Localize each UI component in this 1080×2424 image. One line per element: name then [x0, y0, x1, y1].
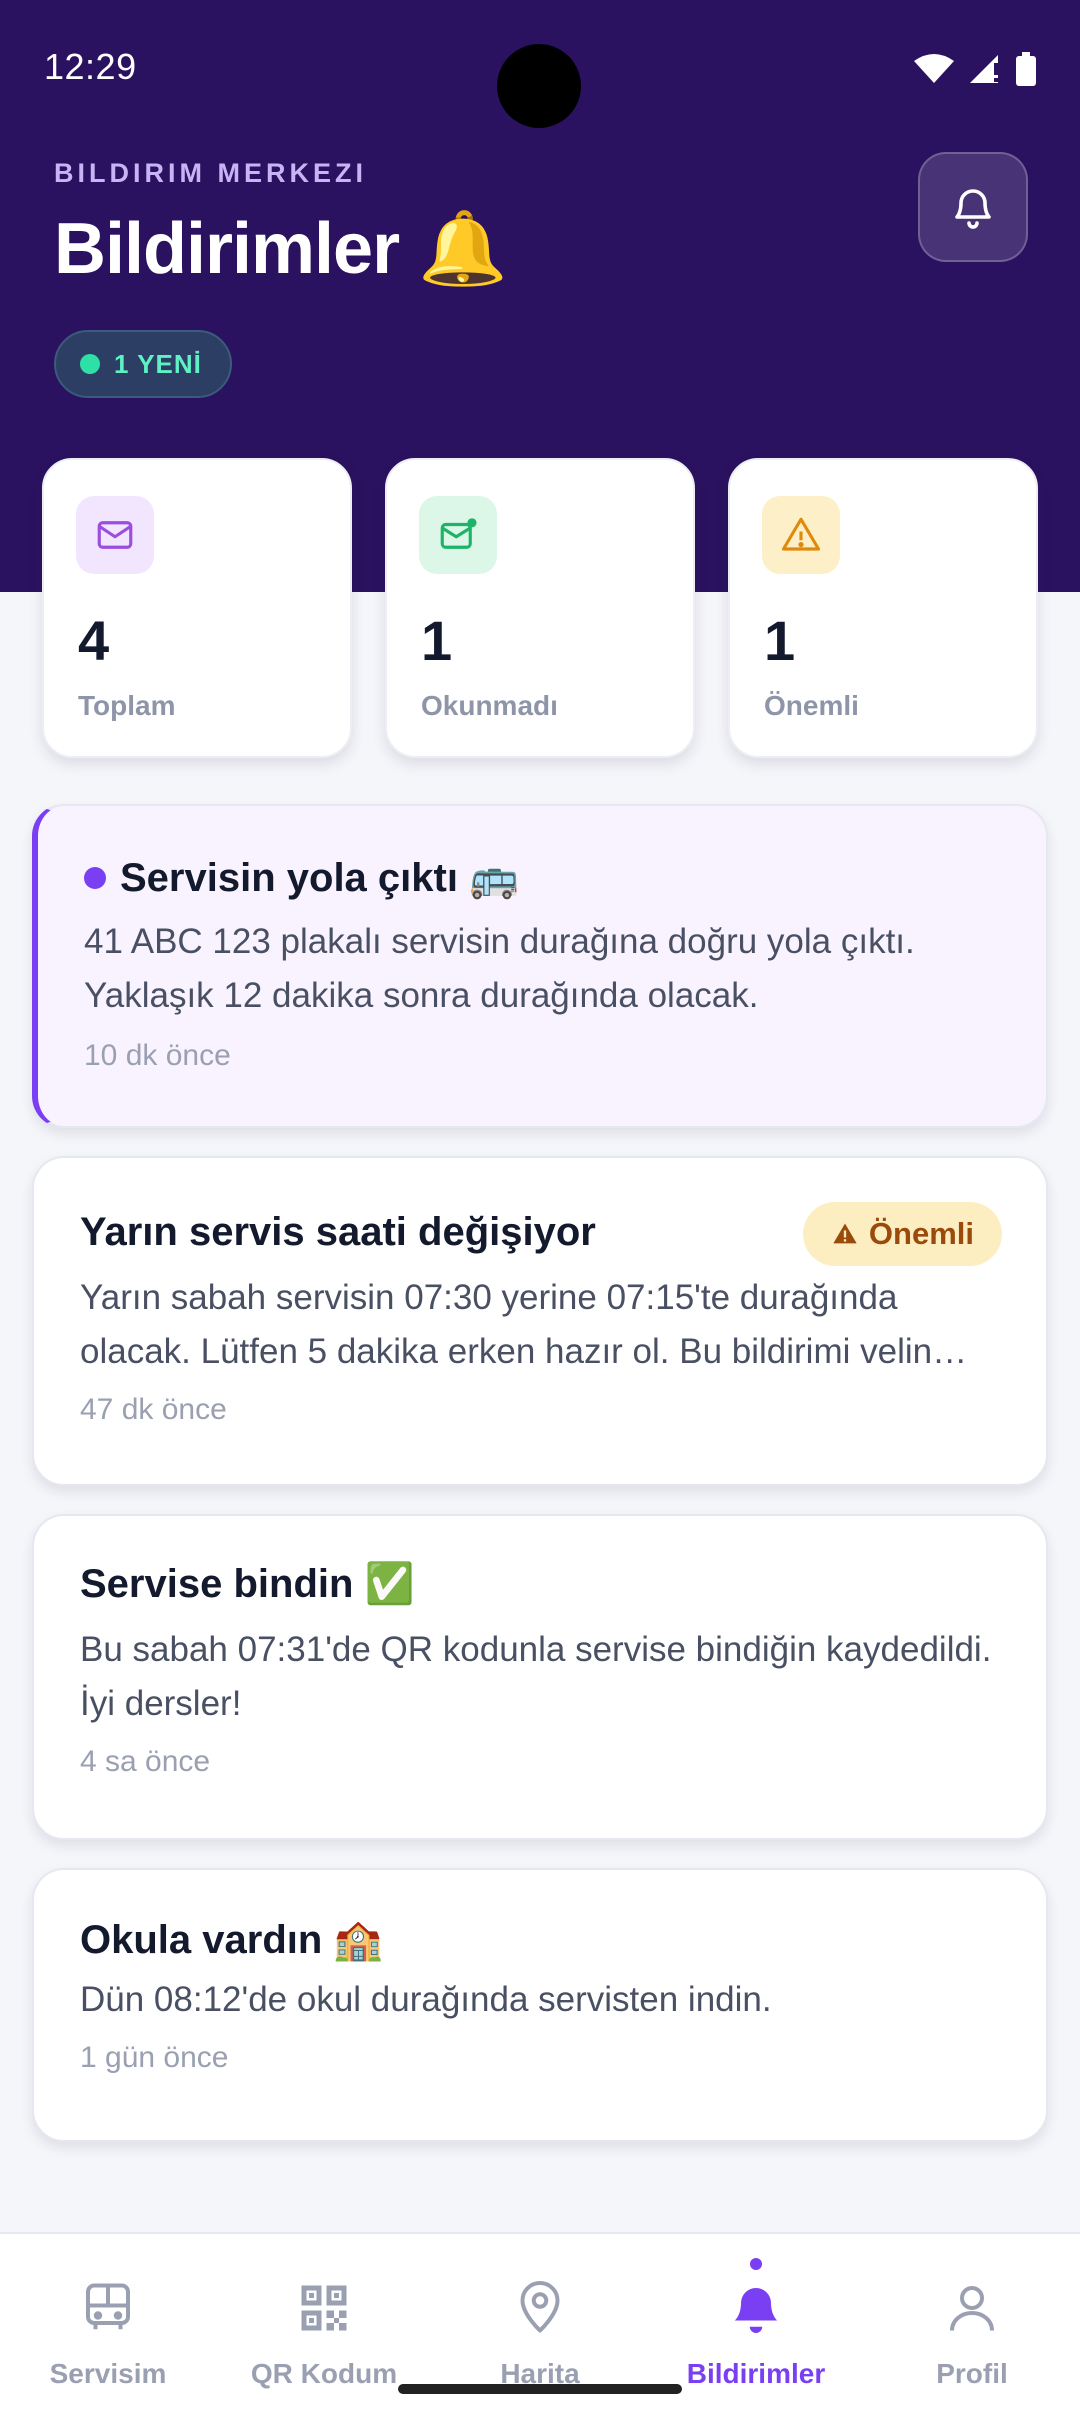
nav-item-profil[interactable]: Profil [864, 2234, 1080, 2424]
notification-body-line: olacak. Lütfen 5 dakika erken hazır ol. … [80, 1332, 968, 1371]
notification-body: Dün 08:12'de okul durağında servisten in… [80, 1980, 772, 2019]
stat-card-total[interactable]: 4 Toplam [42, 458, 352, 758]
stat-value: 1 [764, 609, 796, 672]
active-indicator [750, 2258, 762, 2270]
notification-item[interactable]: Okula vardın 🏫 Dün 08:12'de okul durağın… [32, 1868, 1048, 2142]
nav-item-harita[interactable]: Harita [432, 2234, 648, 2424]
bottom-nav: Servisim QR Kodum Harita Bildirimler Pro… [0, 2232, 1080, 2424]
notification-title-text: Servisin yola çıktı 🚌 [120, 856, 519, 900]
notification-settings-button[interactable] [918, 152, 1028, 262]
battery-icon [1016, 52, 1036, 86]
mail-unread-icon [419, 496, 497, 574]
notification-time: 10 dk önce [84, 1039, 231, 1072]
wifi-icon [914, 54, 954, 83]
stat-value: 1 [421, 609, 453, 672]
unread-indicator [84, 866, 106, 889]
nav-item-servisim[interactable]: Servisim [0, 2234, 216, 2424]
notification-body-line: Yarın sabah servisin 07:30 yerine 07:15'… [80, 1278, 898, 1317]
nav-label: Profil [936, 2358, 1008, 2389]
new-count-badge: 1 YENİ [54, 330, 232, 398]
stat-card-unread[interactable]: 1 Okunmadı [385, 458, 695, 758]
stat-label: Toplam [78, 690, 176, 721]
map-pin-icon [520, 2281, 560, 2333]
header-eyebrow: BILDIRIM MERKEZI [54, 158, 367, 188]
stat-value: 4 [78, 609, 110, 672]
bus-icon [86, 2283, 130, 2330]
notification-title: Okula vardın 🏫 [80, 1918, 384, 1962]
stat-label: Okunmadı [421, 690, 558, 721]
new-count-label: 1 YENİ [114, 348, 202, 379]
mail-icon [76, 496, 154, 574]
important-badge: Önemli [802, 1202, 1002, 1266]
warning-icon [833, 1223, 857, 1244]
nav-item-bildirimler[interactable]: Bildirimler [648, 2234, 864, 2424]
status-bar: 12:29 [0, 0, 1080, 140]
bell-icon [734, 2288, 778, 2333]
qr-code-icon [301, 2285, 347, 2331]
stat-card-important[interactable]: 1 Önemli [728, 458, 1038, 758]
important-badge-label: Önemli [868, 1216, 974, 1251]
camera-cutout [497, 44, 581, 128]
page-title: Bildirimler 🔔 [54, 209, 508, 289]
notification-time: 1 gün önce [80, 2041, 229, 2074]
nav-label: Servisim [49, 2358, 167, 2389]
notification-item[interactable]: Servisin yola çıktı 🚌 41 ABC 123 plakalı… [32, 804, 1048, 1128]
warning-icon [762, 496, 840, 574]
notification-time: 47 dk önce [80, 1393, 227, 1426]
notification-body: Bu sabah 07:31'de QR kodunla servise bin… [80, 1630, 992, 1723]
notification-time: 4 sa önce [80, 1745, 211, 1778]
profile-icon [950, 2286, 994, 2331]
notification-body: Yarın sabah servisin 07:30 yerine 07:15'… [80, 1271, 1000, 1379]
notification-item[interactable]: Yarın servis saati değişiyor Önemli Yarı… [32, 1156, 1048, 1486]
bell-icon [955, 189, 991, 229]
signal-icon [970, 55, 998, 83]
notification-title: Servise bindin ✅ [80, 1562, 415, 1606]
nav-item-qr-kodum[interactable]: QR Kodum [216, 2234, 432, 2424]
home-indicator[interactable] [398, 2384, 682, 2394]
notification-body: 41 ABC 123 plakalı servisin durağına doğ… [84, 922, 915, 1015]
status-time: 12:29 [44, 46, 137, 87]
notification-title: Servisin yola çıktı 🚌 [84, 854, 1000, 901]
status-icons [914, 52, 1036, 86]
new-dot [80, 354, 100, 374]
notification-item[interactable]: Servise bindin ✅ Bu sabah 07:31'de QR ko… [32, 1514, 1048, 1840]
stat-label: Önemli [764, 690, 859, 721]
